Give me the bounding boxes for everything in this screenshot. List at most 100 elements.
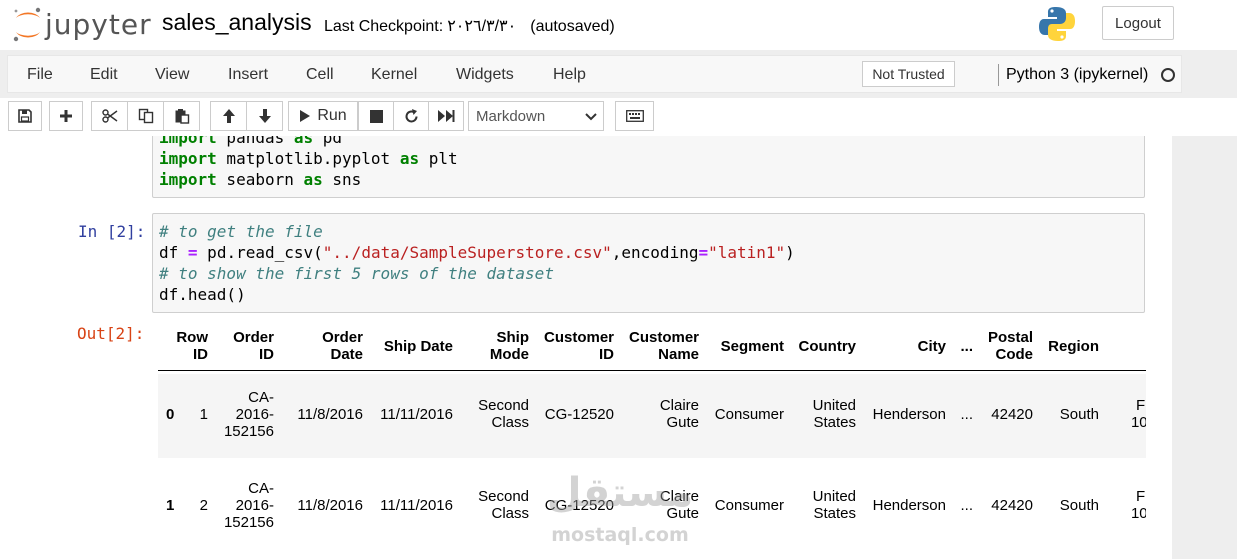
- cell-type-value: Markdown: [476, 108, 546, 125]
- column-header: Ship Date: [384, 338, 453, 355]
- table-cell-line: 11/8/2016: [297, 496, 363, 514]
- table-cell: 11/11/2016: [380, 497, 453, 514]
- notebook-sheet: import pandas as pd import matplotlib.py…: [0, 136, 1172, 559]
- interrupt-button[interactable]: [358, 101, 394, 131]
- paste-button[interactable]: [163, 101, 200, 131]
- run-button[interactable]: Run: [288, 101, 358, 131]
- menu-cell[interactable]: Cell: [306, 66, 334, 84]
- move-down-button[interactable]: [246, 101, 283, 131]
- menu-insert[interactable]: Insert: [228, 66, 268, 84]
- table-cell: South: [1060, 497, 1099, 514]
- table-cell-line: 2016-: [235, 405, 274, 423]
- insert-cell-button[interactable]: [49, 101, 83, 131]
- table-cell: 11/11/2016: [380, 406, 453, 423]
- table-cell: 1: [200, 406, 208, 423]
- copy-button[interactable]: [127, 101, 164, 131]
- checkpoint-date: ٢٠٢٦/٣/٣٠: [447, 18, 517, 35]
- table-cell-line: Second: [478, 488, 529, 505]
- table-cell: ...: [960, 406, 973, 423]
- table-cell-line: 42420: [991, 496, 1033, 514]
- output-prompt: Out[2]:: [77, 324, 145, 343]
- cell-type-select[interactable]: Markdown: [468, 101, 604, 131]
- table-cell-line: Gute: [666, 414, 699, 431]
- chevron-down-icon: [585, 113, 597, 121]
- code-line: import pandas as pd: [159, 136, 343, 147]
- save-icon: [18, 109, 32, 123]
- save-button[interactable]: [8, 101, 42, 131]
- column-header-line: Order: [233, 329, 274, 346]
- table-cell-line: FU: [1136, 488, 1146, 505]
- move-up-button[interactable]: [210, 101, 247, 131]
- table-cell: FU100: [1131, 397, 1146, 431]
- column-header-line: Code: [995, 346, 1034, 363]
- code-cell-imports[interactable]: import pandas as pd import matplotlib.py…: [152, 136, 1145, 198]
- restart-run-all-button[interactable]: [428, 101, 464, 131]
- table-cell-line: United: [812, 397, 856, 414]
- table-cell-line: South: [1059, 405, 1099, 423]
- column-header-line: Country: [798, 337, 857, 355]
- column-header: Customer ID: [544, 329, 614, 363]
- menu-file[interactable]: File: [27, 66, 53, 84]
- paste-icon: [175, 109, 189, 124]
- restart-icon: [405, 108, 417, 122]
- table-cell-line: 1: [199, 405, 208, 423]
- restart-button[interactable]: [393, 101, 429, 131]
- row-index: 1: [166, 497, 175, 514]
- table-cell: 42420: [991, 406, 1033, 423]
- input-prompt: In [2]:: [78, 222, 146, 241]
- toolbar: Run Markdown: [0, 98, 1237, 136]
- copy-icon: [138, 108, 153, 124]
- table-cell-line: 42420: [991, 405, 1033, 423]
- scrollbar-gutter[interactable]: [1172, 136, 1237, 559]
- fast-forward-icon: [438, 110, 455, 122]
- watermark-latin: mostaql.com: [551, 524, 689, 546]
- table-cell-line: 11/11/2016: [380, 496, 453, 514]
- table-cell-line: ...: [960, 405, 973, 423]
- not-trusted-button[interactable]: Not Trusted: [862, 61, 955, 87]
- code-line: import matplotlib.pyplot as plt: [159, 149, 458, 168]
- table-cell: Consumer: [715, 497, 784, 514]
- table-cell: Henderson: [873, 497, 946, 514]
- command-palette-button[interactable]: [615, 101, 654, 131]
- column-header-line: Postal: [987, 329, 1033, 346]
- menu-help[interactable]: Help: [553, 66, 586, 84]
- header: jupyter sales_analysis Last Checkpoint: ٢…: [0, 0, 1237, 50]
- menu-kernel[interactable]: Kernel: [371, 66, 417, 84]
- table-cell: United States: [813, 397, 856, 431]
- arrow-down-icon: [258, 109, 271, 123]
- kernel-name[interactable]: Python 3 (ipykernel): [1006, 66, 1148, 84]
- stop-icon: [369, 109, 383, 123]
- autosave-status: (autosaved): [530, 18, 615, 35]
- table-cell: FU100: [1131, 488, 1146, 522]
- column-header-line: ID: [599, 346, 614, 363]
- table-cell: Henderson: [873, 406, 946, 423]
- menu-widgets[interactable]: Widgets: [456, 66, 514, 84]
- table-cell: 11/8/2016: [297, 406, 363, 423]
- table-cell: Second Class: [478, 488, 529, 522]
- logout-button[interactable]: Logout: [1102, 6, 1174, 40]
- table-cell-line: Henderson: [872, 496, 946, 514]
- run-label: Run: [317, 107, 347, 124]
- table-cell-line: 2: [199, 496, 208, 514]
- table-cell: Consumer: [715, 406, 784, 423]
- plus-icon: [60, 110, 72, 122]
- table-cell-line: Second: [478, 397, 529, 414]
- kernel-idle-indicator-icon: [1161, 68, 1175, 82]
- menu-edit[interactable]: Edit: [90, 66, 118, 84]
- jupyter-logo[interactable]: jupyter: [12, 6, 151, 44]
- table-cell-line: CA-: [248, 388, 274, 406]
- column-header-line: Ship: [496, 329, 530, 346]
- table-cell-line: CA-: [248, 479, 274, 497]
- table-cell-line: 11/11/2016: [380, 405, 453, 423]
- notebook-name[interactable]: sales_analysis: [162, 9, 312, 36]
- table-cell-line: CG-12520: [544, 405, 614, 423]
- keyboard-icon: [625, 110, 644, 122]
- column-header-line: Customer: [543, 329, 614, 346]
- table-cell: 42420: [991, 497, 1033, 514]
- column-header: Country: [799, 338, 857, 355]
- cut-button[interactable]: [91, 101, 128, 131]
- table-cell: ...: [960, 497, 973, 514]
- table-cell: CA- 2016- 152156: [224, 389, 274, 440]
- code-cell-read-csv[interactable]: # to get the file df = pd.read_csv("../d…: [152, 213, 1145, 313]
- menu-view[interactable]: View: [155, 66, 189, 84]
